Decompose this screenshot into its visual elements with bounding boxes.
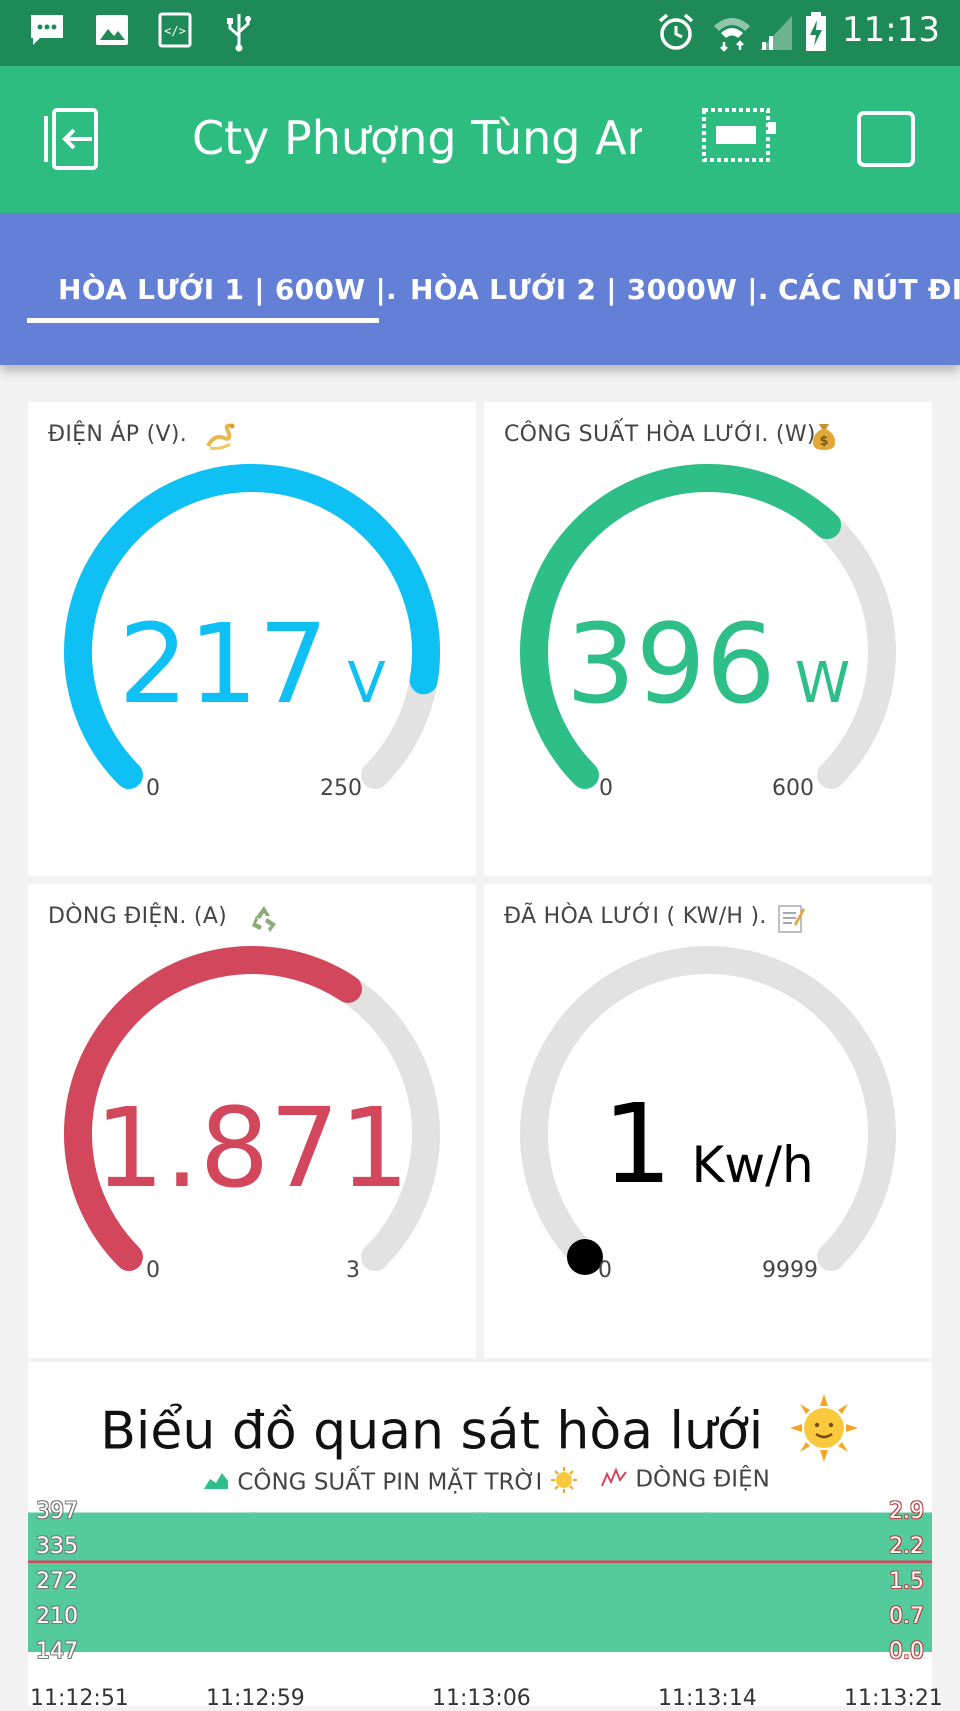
y-tick-left: 397 [36,1499,78,1524]
y-tick-left: 210 [36,1604,78,1629]
gauge-value: 1.871 [94,1084,410,1212]
gauge-value-wrap: 1.871 [28,1084,476,1212]
gauge-min: 0 [599,776,613,801]
signal-icon [758,12,794,56]
tab-hoa-luoi-2[interactable]: HÒA LƯỚI 2 | 3000W |. [410,273,769,306]
tab-cac-nut-dieu[interactable]: CÁC NÚT ĐIỀU [778,273,960,306]
exit-icon[interactable] [42,106,108,176]
gauge-min: 0 [598,1258,612,1283]
gauge-value-wrap: 217 V [28,600,476,728]
status-bar: </> 11:13 [0,0,960,66]
code-icon: </> [158,12,192,52]
svg-text:</>: </> [164,24,186,38]
square-icon[interactable] [856,110,916,172]
gauge-value: 1 [602,1080,673,1208]
message-icon [28,12,66,52]
y-tick-right: 1.5 [889,1569,924,1594]
gauge-unit: W [794,651,851,716]
gauge-card-power[interactable]: CÔNG SUẤT HÒA LƯỚI. (W) $ 396 W 0 600 [484,402,932,876]
tab-hoa-luoi-1[interactable]: HÒA LƯỚI 1 | 600W |. [58,273,397,306]
usb-icon [224,12,254,56]
x-tick-label: 11:12:51 [30,1686,129,1711]
gauge-max: 250 [320,776,362,801]
gauge-value: 217 [118,600,329,728]
active-tab-indicator [27,318,379,323]
gauge-min: 0 [146,776,160,801]
data-point-solar [253,1512,255,1514]
gauge-max: 600 [772,776,814,801]
x-tick-label: 11:12:59 [206,1686,305,1711]
gauge-card-energy[interactable]: ĐÃ HÒA LƯỚI ( KW/H ). 1 Kw/h 0 9999 [484,884,932,1358]
data-point-solar [479,1512,481,1514]
chart-plot [28,1512,932,1652]
y-tick-right: 0.0 [889,1639,924,1664]
gauge-value-wrap: 1 Kw/h [484,1080,932,1208]
gauge-card-voltage[interactable]: ĐIỆN ÁP (V). 217 V 0 250 [28,402,476,876]
x-tick-label: 11:13:14 [658,1686,757,1711]
gauge-unit: V [347,651,386,716]
y-tick-left: 147 [36,1639,78,1664]
gauge-max: 3 [346,1258,360,1283]
y-tick-right: 0.7 [889,1604,924,1629]
y-tick-right: 2.9 [889,1499,924,1524]
gauge-value: 396 [565,600,776,728]
y-tick-left: 272 [36,1569,78,1594]
clock-time: 11:13 [842,10,940,50]
gauge-max: 9999 [762,1258,818,1283]
y-tick-left: 335 [36,1534,78,1559]
data-point-solar [705,1512,707,1514]
series-area-solar [28,1512,932,1652]
app-title: Cty Phượng Tùng Anh [192,111,642,165]
x-tick-label: 11:13:06 [432,1686,531,1711]
chart-card[interactable]: Biểu đồ quan sát hòa lưới CÔNG SUẤT PIN … [28,1362,943,1711]
gauge-value-wrap: 396 W [484,600,932,728]
device-icon[interactable] [700,104,780,170]
alarm-icon [656,12,696,56]
wifi-icon [712,12,752,56]
gauge-card-current[interactable]: DÒNG ĐIỆN. (A) 1.871 0 3 [28,884,476,1358]
app-bar: Cty Phượng Tùng Anh [0,66,960,213]
image-icon [94,12,130,52]
y-tick-right: 2.2 [889,1534,924,1559]
x-tick-label: 11:13:21 [844,1686,943,1711]
gauge-unit: Kw/h [691,1136,814,1194]
tab-bar: HÒA LƯỚI 1 | 600W |. HÒA LƯỚI 2 | 3000W … [0,213,960,365]
battery-charging-icon [804,12,828,56]
gauge-min: 0 [146,1258,160,1283]
